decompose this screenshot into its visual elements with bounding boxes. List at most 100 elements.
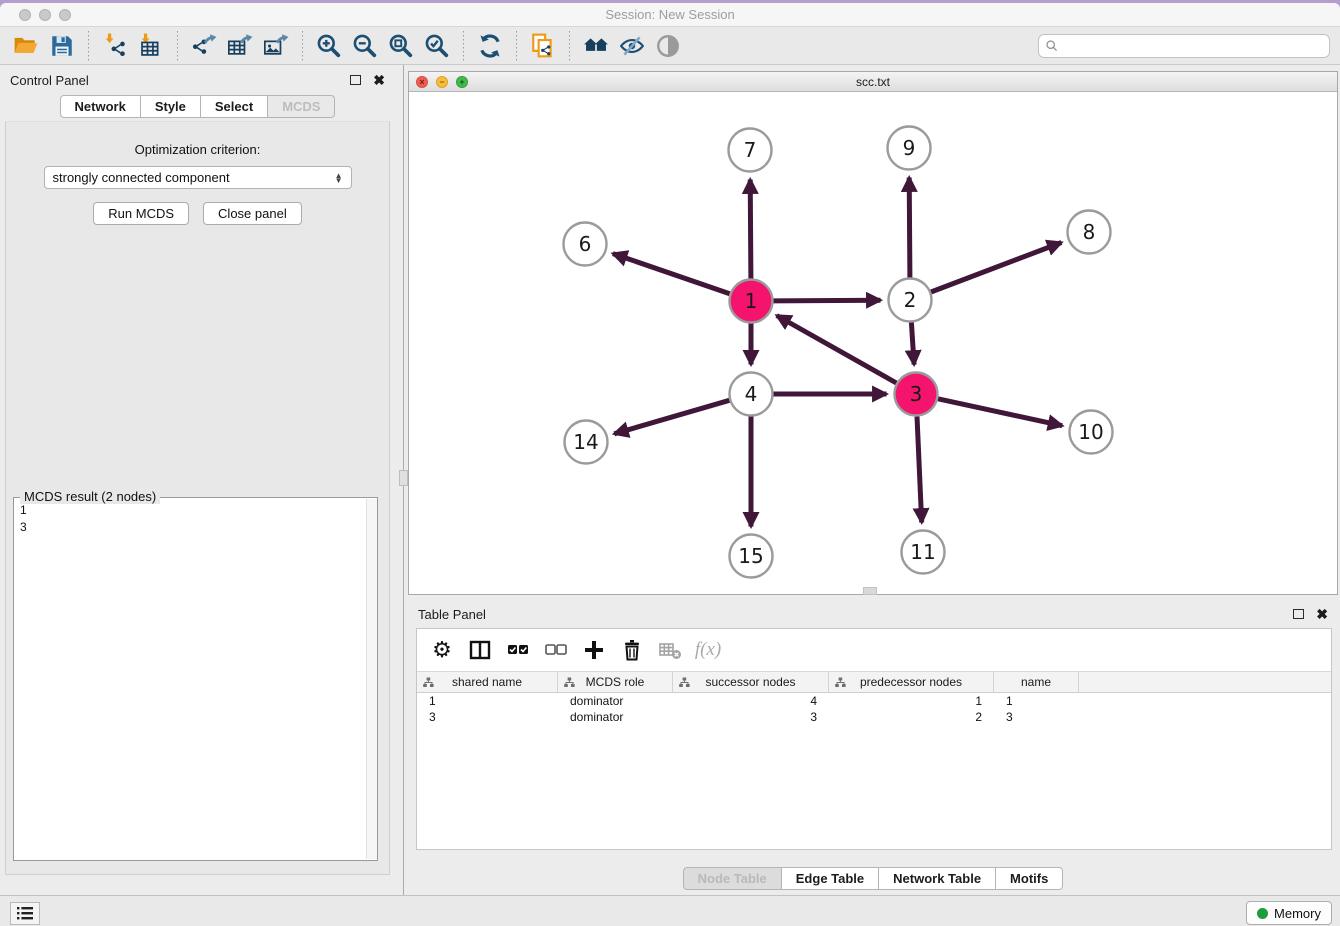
zoom-selected-button[interactable]: [422, 31, 452, 61]
vertical-splitter[interactable]: [395, 65, 408, 895]
tab-network-table[interactable]: Network Table: [879, 867, 996, 890]
run-mcds-button[interactable]: Run MCDS: [93, 202, 189, 225]
network-canvas[interactable]: 7 9 6 8 1 2 4 3 14 10 15 11: [409, 92, 1337, 594]
column-header-MCDS-role[interactable]: MCDS role: [558, 672, 673, 692]
node-9[interactable]: 9: [888, 127, 931, 170]
tab-style[interactable]: Style: [141, 95, 201, 118]
splitter-handle[interactable]: [399, 470, 408, 486]
duplicate-network-button[interactable]: [528, 31, 558, 61]
tab-mcds[interactable]: MCDS: [268, 95, 335, 118]
mcds-tab-content: Optimization criterion: strongly connect…: [5, 121, 390, 875]
node-14[interactable]: 14: [565, 421, 608, 464]
table-row[interactable]: 1dominator411: [417, 693, 1331, 709]
import-network-button[interactable]: [100, 31, 130, 61]
cell: 1: [994, 693, 1079, 709]
column-header-predecessor-nodes[interactable]: predecessor nodes: [829, 672, 994, 692]
table-toolbar: ⚙ f(x): [417, 629, 1331, 672]
search-input[interactable]: [1063, 39, 1323, 53]
show-all-icon: [655, 33, 681, 59]
import-table-button[interactable]: [136, 31, 166, 61]
column-label: name: [1021, 675, 1051, 689]
edge-2-8[interactable]: [931, 243, 1061, 293]
titlebar: Session: New Session: [0, 3, 1340, 27]
mcds-result-text[interactable]: 13: [14, 500, 365, 860]
gear-button[interactable]: ⚙: [427, 635, 457, 665]
zoom-fit-button[interactable]: [386, 31, 416, 61]
node-7[interactable]: 7: [729, 129, 772, 172]
node-15[interactable]: 15: [730, 535, 773, 578]
export-table-button[interactable]: [225, 31, 255, 61]
network-zoom-button[interactable]: +: [456, 76, 468, 88]
import-table-icon: [138, 33, 164, 59]
close-table-panel-icon[interactable]: ✖: [1316, 607, 1328, 621]
column-header-shared-name[interactable]: shared name: [417, 672, 558, 692]
float-panel-icon[interactable]: [350, 75, 361, 85]
node-4[interactable]: 4: [730, 373, 773, 416]
node-3[interactable]: 3: [895, 373, 938, 416]
tab-motifs[interactable]: Motifs: [996, 867, 1063, 890]
edge-2-3[interactable]: [911, 323, 914, 365]
search-field[interactable]: [1038, 34, 1330, 58]
result-scrollbar[interactable]: [366, 499, 377, 859]
show-all-button[interactable]: [653, 31, 683, 61]
refresh-button[interactable]: [475, 31, 505, 61]
unselect-all-button[interactable]: [541, 635, 571, 665]
table-row[interactable]: 3dominator323: [417, 709, 1331, 725]
edge-4-14[interactable]: [614, 400, 729, 434]
task-history-button[interactable]: [10, 902, 40, 925]
memory-button[interactable]: Memory: [1246, 901, 1332, 925]
select-all-button[interactable]: [503, 635, 533, 665]
export-image-button[interactable]: [261, 31, 291, 61]
hide-selected-button[interactable]: [617, 31, 647, 61]
columns-button[interactable]: [465, 635, 495, 665]
network-minimize-button[interactable]: −: [436, 76, 448, 88]
edge-1-7[interactable]: [750, 180, 751, 279]
node-10[interactable]: 10: [1070, 411, 1113, 454]
edge-3-10[interactable]: [938, 399, 1062, 426]
delete-row-button[interactable]: [617, 635, 647, 665]
add-row-icon: [583, 639, 605, 661]
edge-3-1[interactable]: [777, 316, 897, 384]
edge-3-11[interactable]: [917, 417, 922, 523]
close-panel-button[interactable]: Close panel: [203, 202, 302, 225]
node-label: 15: [738, 544, 763, 568]
network-close-button[interactable]: ×: [416, 76, 428, 88]
tab-select[interactable]: Select: [201, 95, 268, 118]
tab-network[interactable]: Network: [60, 95, 141, 118]
criterion-select[interactable]: strongly connected component ▲▼: [44, 166, 352, 189]
edge-2-9[interactable]: [909, 178, 910, 278]
node-8[interactable]: 8: [1068, 211, 1111, 254]
home-button[interactable]: [581, 31, 611, 61]
horizontal-splitter-handle[interactable]: [863, 587, 877, 595]
save-session-button[interactable]: [47, 31, 77, 61]
node-2[interactable]: 2: [889, 279, 932, 322]
export-network-icon: [191, 33, 217, 59]
add-row-button[interactable]: [579, 635, 609, 665]
zoom-out-button[interactable]: [350, 31, 380, 61]
import-network-icon: [102, 33, 128, 59]
zoom-selected-icon: [424, 33, 450, 59]
delete-table-button[interactable]: [655, 635, 685, 665]
tab-node-table[interactable]: Node Table: [683, 867, 782, 890]
open-session-button[interactable]: [11, 31, 41, 61]
node-label: 1: [745, 289, 758, 313]
save-session-icon: [49, 33, 75, 59]
function-builder-button[interactable]: f(x): [693, 635, 723, 665]
column-header-successor-nodes[interactable]: successor nodes: [673, 672, 829, 692]
zoom-in-button[interactable]: [314, 31, 344, 61]
export-network-button[interactable]: [189, 31, 219, 61]
tab-edge-table[interactable]: Edge Table: [782, 867, 879, 890]
node-6[interactable]: 6: [564, 223, 607, 266]
node-label: 10: [1078, 420, 1103, 444]
edge-1-2[interactable]: [774, 300, 881, 301]
node-11[interactable]: 11: [902, 531, 945, 574]
column-header-name[interactable]: name: [994, 672, 1079, 692]
column-label: shared name: [452, 675, 522, 689]
column-label: MCDS role: [586, 675, 645, 689]
table-panel-header: Table Panel ✖: [408, 599, 1338, 629]
float-table-panel-icon[interactable]: [1293, 609, 1304, 619]
close-panel-icon[interactable]: ✖: [373, 73, 385, 87]
edge-1-6[interactable]: [613, 254, 730, 294]
home-icon: [583, 33, 609, 59]
node-1[interactable]: 1: [730, 280, 773, 323]
